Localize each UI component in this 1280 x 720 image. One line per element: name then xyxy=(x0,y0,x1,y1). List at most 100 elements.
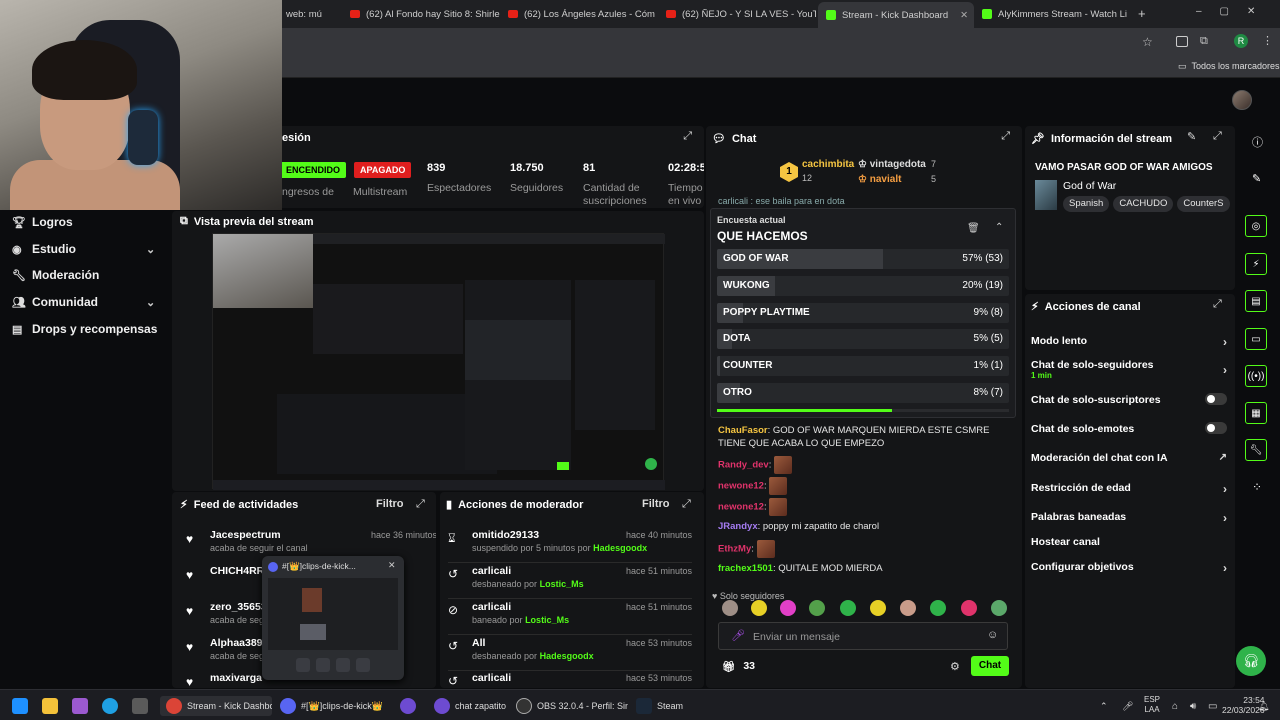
taskbar-app[interactable]: #[👑]clips-de-kick👑 xyxy=(280,696,392,716)
user-avatar[interactable] xyxy=(1232,90,1252,110)
action-followers-only[interactable]: Chat de solo-seguidores 1 min › xyxy=(1031,359,1227,380)
feed-filter-button[interactable]: Filtro xyxy=(376,498,404,510)
rail-button[interactable]: ▭ xyxy=(1245,328,1267,350)
browser-tab[interactable]: AlyKimmers Stream - Watch Li✕ xyxy=(982,4,1132,24)
profile-avatar[interactable]: R xyxy=(1234,34,1248,48)
action-slow-mode[interactable]: Modo lento › xyxy=(1031,335,1227,349)
mic-icon[interactable]: 🎤︎ xyxy=(1122,696,1133,716)
poll-option[interactable]: GOD OF WAR 57% (53) xyxy=(717,249,1009,269)
rail-button[interactable]: ((•)) xyxy=(1245,365,1267,387)
apps-icon[interactable]: ⁘ xyxy=(1252,480,1262,494)
close-icon[interactable]: ✕ xyxy=(954,10,968,21)
emote-button[interactable] xyxy=(751,600,767,616)
taskbar-app-active[interactable]: Stream - Kick Dashboard xyxy=(160,696,272,716)
emoji-icon[interactable]: ☺ xyxy=(987,629,998,641)
chevron-up-icon[interactable]: ⌃ xyxy=(995,222,1003,233)
discord-preview-popup[interactable]: #[👑]clips-de-kick... ✕ xyxy=(262,556,404,680)
action-subs-only[interactable]: Chat de solo-suscriptores xyxy=(1031,393,1227,406)
rail-button[interactable]: ⚡︎ xyxy=(1245,253,1267,275)
toggle-switch[interactable] xyxy=(1205,422,1227,434)
stream-preview-video[interactable] xyxy=(212,233,665,490)
action-ai-moderation[interactable]: Moderación del chat con IA ↗ xyxy=(1031,452,1227,464)
taskbar-app[interactable] xyxy=(72,696,88,716)
taskbar-app[interactable] xyxy=(132,696,148,716)
settings-icon[interactable]: ⚙ xyxy=(950,660,960,673)
status-on-badge[interactable]: ENCENDIDO xyxy=(280,162,347,178)
status-off-badge[interactable]: APAGADO xyxy=(354,162,412,178)
taskbar-app[interactable] xyxy=(400,696,416,716)
mic-icon[interactable]: 🎤︎ xyxy=(731,629,745,642)
taskbar-app[interactable]: chat zapatito xyxy=(434,696,506,716)
edit-icon[interactable]: ✎ xyxy=(1187,130,1196,143)
browser-tab[interactable]: (62) ÑEJO - Y SI LA VES - YouTu✕ xyxy=(666,4,816,24)
emote-button[interactable] xyxy=(961,600,977,616)
emote-button[interactable] xyxy=(991,600,1007,616)
trash-icon[interactable]: 🗑︎ xyxy=(967,223,980,234)
mic-icon[interactable] xyxy=(316,658,330,672)
action-host-channel[interactable]: Hostear canal xyxy=(1031,536,1227,548)
expand-icon[interactable]: ⤢ xyxy=(683,130,692,143)
top-gifter-name[interactable]: cachimbita xyxy=(802,159,854,170)
close-icon[interactable]: ✕ xyxy=(388,560,396,571)
tag[interactable]: CACHUDO xyxy=(1113,196,1174,212)
edit-icon[interactable]: ✎ xyxy=(1252,172,1261,185)
poll-option[interactable]: POPPY PLAYTIME 9% (8) xyxy=(717,303,1009,323)
expand-icon[interactable]: ⤢ xyxy=(1213,298,1222,311)
volume-icon[interactable]: 🔊︎ xyxy=(1190,696,1196,716)
all-bookmarks[interactable]: ▭ Todos los marcadores xyxy=(1178,61,1280,72)
bookmark-star-icon[interactable]: ☆ xyxy=(1142,35,1153,49)
sidebar-item-logros[interactable]: 🏆︎ Logros xyxy=(12,215,73,229)
action-goals[interactable]: Configurar objetivos › xyxy=(1031,561,1227,575)
sidebar-item-comunidad[interactable]: 👥︎ Comunidad ⌄ xyxy=(12,295,155,309)
browser-tab[interactable]: (62) Al Fondo hay Sitio 8: Shirle✕ xyxy=(350,4,502,24)
start-button[interactable] xyxy=(12,696,28,716)
notification-icon[interactable]: 🔔︎ xyxy=(1258,696,1269,716)
rail-button[interactable]: ▤ xyxy=(1245,290,1267,312)
poll-option[interactable]: WUKONG 20% (19) xyxy=(717,276,1009,296)
language-indicator[interactable]: ESP LAA xyxy=(1144,695,1160,715)
chat-input[interactable]: 🎤︎ Enviar un mensaje ☺ xyxy=(718,622,1008,650)
emote-button[interactable] xyxy=(840,600,856,616)
network-icon[interactable]: ⌂ xyxy=(1172,696,1178,716)
emote-button[interactable] xyxy=(722,600,738,616)
mod-filter-button[interactable]: Filtro xyxy=(642,498,670,510)
emote-button[interactable] xyxy=(900,600,916,616)
taskbar-app[interactable] xyxy=(42,696,58,716)
category-name[interactable]: God of War xyxy=(1063,180,1116,192)
browser-tab-active[interactable]: Stream - Kick Dashboard ✕ xyxy=(818,2,974,28)
support-button[interactable]: 🎧︎ xyxy=(1236,646,1266,676)
channel-points[interactable]: 🎁︎ 33 xyxy=(722,660,755,673)
tag[interactable]: Spanish xyxy=(1063,196,1110,212)
expand-icon[interactable]: ⤢ xyxy=(1213,130,1222,143)
action-emotes-only[interactable]: Chat de solo-emotes xyxy=(1031,422,1227,435)
info-icon[interactable]: ⓘ xyxy=(1252,134,1263,150)
rail-button[interactable]: ▦ xyxy=(1245,402,1267,424)
sidebar-item-drops[interactable]: ▤ Drops y recompensas xyxy=(12,322,157,336)
media-icon[interactable] xyxy=(1176,36,1188,47)
poll-option[interactable]: COUNTER 1% (1) xyxy=(717,356,1009,376)
toggle-switch[interactable] xyxy=(1205,393,1227,405)
taskbar-app[interactable]: OBS 32.0.4 - Perfil: Sin T xyxy=(516,696,628,716)
poll-option[interactable]: OTRO 8% (7) xyxy=(717,383,1009,403)
taskbar-app[interactable] xyxy=(102,696,118,716)
rail-button[interactable]: ◎ xyxy=(1245,215,1267,237)
camera-icon[interactable] xyxy=(296,658,310,672)
window-controls[interactable]: –▢✕ xyxy=(1196,6,1273,17)
rail-button[interactable]: 🔧︎ xyxy=(1245,439,1267,461)
new-tab-icon[interactable]: + xyxy=(1138,6,1146,21)
taskbar-app[interactable]: Steam xyxy=(636,696,683,716)
battery-icon[interactable]: ▭ xyxy=(1208,696,1217,716)
tag[interactable]: CounterS xyxy=(1177,196,1230,212)
action-banned-words[interactable]: Palabras baneadas › xyxy=(1031,511,1227,525)
emote-button[interactable] xyxy=(780,600,796,616)
expand-icon[interactable]: ⤢ xyxy=(682,498,691,511)
expand-icon[interactable]: ⤢ xyxy=(416,498,425,511)
browser-tab[interactable]: (62) Los Ángeles Azules - Cóm✕ xyxy=(508,4,660,24)
gifter-name[interactable]: ♔ navialt xyxy=(858,174,901,185)
action-age-restriction[interactable]: Restricción de edad › xyxy=(1031,482,1227,496)
send-chat-button[interactable]: Chat xyxy=(971,656,1009,676)
sidebar-item-moderacion[interactable]: 🔧︎ Moderación xyxy=(12,268,99,282)
menu-icon[interactable]: ⋮ xyxy=(1262,34,1273,47)
poll-option[interactable]: DOTA 5% (5) xyxy=(717,329,1009,349)
tray-chevron-up-icon[interactable]: ⌃ xyxy=(1100,696,1108,716)
